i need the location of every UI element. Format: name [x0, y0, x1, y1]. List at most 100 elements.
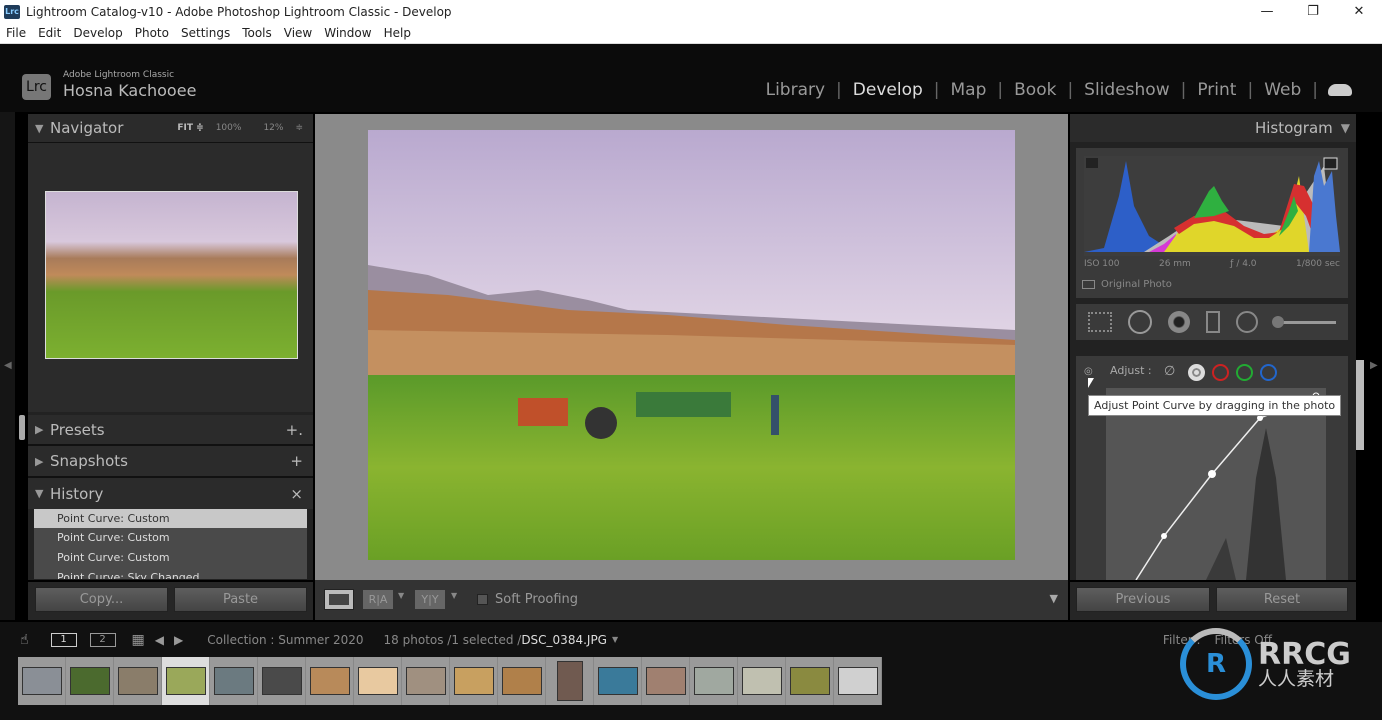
before-after-swap-button[interactable]: Y|Y — [415, 590, 445, 609]
filmstrip-thumbnail[interactable] — [786, 657, 834, 705]
history-item[interactable]: Point Curve: Custom — [34, 548, 307, 568]
crop-tool-icon[interactable] — [1088, 312, 1112, 332]
curve-point[interactable] — [1208, 470, 1216, 478]
left-scrollbar[interactable] — [19, 415, 25, 440]
right-scrollbar[interactable] — [1356, 360, 1364, 450]
radial-filter-icon[interactable] — [1236, 311, 1258, 333]
primary-window-button[interactable]: 1 — [50, 632, 77, 647]
maximize-button[interactable]: ❐ — [1290, 0, 1336, 23]
loupe-view-button[interactable] — [324, 589, 354, 610]
zoom-100[interactable]: 100% — [216, 123, 242, 133]
shadow-clipping-icon[interactable] — [1086, 158, 1098, 168]
blue-channel-icon[interactable] — [1260, 364, 1277, 381]
parametric-curve-icon[interactable]: ∅ — [1164, 364, 1175, 379]
module-print[interactable]: Print — [1186, 80, 1247, 100]
module-book[interactable]: Book — [1003, 80, 1067, 100]
presets-header[interactable]: ▶ Presets +. — [28, 415, 313, 446]
menu-view[interactable]: View — [284, 26, 312, 40]
module-slideshow[interactable]: Slideshow — [1073, 80, 1180, 100]
menu-photo[interactable]: Photo — [135, 26, 169, 40]
add-preset-button[interactable]: +. — [286, 421, 303, 439]
filmstrip-thumbnail[interactable] — [594, 657, 642, 705]
graduated-filter-icon[interactable] — [1206, 311, 1220, 333]
tone-curve-graph[interactable] — [1106, 388, 1326, 580]
zoom-fit[interactable]: FIT ≑ — [177, 123, 203, 133]
history-item[interactable]: Point Curve: Sky Changed — [34, 568, 307, 579]
module-develop[interactable]: Develop — [842, 80, 934, 100]
filmstrip-thumbnail[interactable] — [18, 657, 66, 705]
history-item[interactable]: Point Curve: Custom — [34, 509, 307, 528]
filmstrip-thumbnail[interactable] — [306, 657, 354, 705]
filmstrip-thumbnail[interactable] — [210, 657, 258, 705]
menu-help[interactable]: Help — [384, 26, 411, 40]
menu-file[interactable]: File — [6, 26, 26, 40]
forward-arrow-icon[interactable]: ▶ — [174, 633, 183, 647]
filmstrip-thumbnail[interactable] — [642, 657, 690, 705]
filmstrip-thumbnail[interactable] — [690, 657, 738, 705]
menu-develop[interactable]: Develop — [73, 26, 122, 40]
filmstrip-thumbnail[interactable] — [738, 657, 786, 705]
history-header[interactable]: ▼ History × — [28, 478, 313, 509]
module-library[interactable]: Library — [755, 80, 836, 100]
collapse-right-icon[interactable]: ▶ — [1370, 360, 1378, 371]
spot-removal-icon[interactable] — [1128, 310, 1152, 334]
soft-proofing-checkbox[interactable] — [477, 594, 488, 605]
menu-settings[interactable]: Settings — [181, 26, 230, 40]
menu-tools[interactable]: Tools — [242, 26, 272, 40]
previous-button[interactable]: Previous — [1076, 587, 1210, 612]
toolbar-menu-icon[interactable]: ▼ — [1050, 592, 1058, 605]
cloud-icon[interactable] — [1328, 84, 1352, 96]
hand-pointer-icon[interactable]: ☝ — [20, 632, 29, 648]
navigator-preview[interactable] — [28, 142, 313, 412]
snapshots-header[interactable]: ▶ Snapshots + — [28, 446, 313, 478]
filename[interactable]: DSC_0384.JPG — [521, 633, 607, 647]
highlight-clipping-icon[interactable] — [1323, 157, 1338, 170]
filmstrip-thumbnail[interactable] — [546, 657, 594, 705]
filmstrip-thumbnail[interactable] — [498, 657, 546, 705]
filmstrip-thumbnail[interactable] — [834, 657, 882, 705]
targeted-adjustment-icon[interactable]: ◎ — [1084, 366, 1093, 377]
menu-edit[interactable]: Edit — [38, 26, 61, 40]
image-canvas[interactable] — [315, 114, 1068, 580]
clear-history-button[interactable]: × — [290, 485, 303, 503]
adjustment-brush-icon[interactable] — [1272, 315, 1336, 328]
dropdown-icon[interactable]: ▼ — [398, 591, 404, 600]
navigator-thumbnail[interactable] — [45, 191, 298, 359]
grid-view-icon[interactable]: ▦ — [132, 632, 145, 648]
before-after-button[interactable]: R|A — [363, 590, 393, 609]
filmstrip-thumbnail[interactable] — [402, 657, 450, 705]
close-button[interactable]: ✕ — [1336, 0, 1382, 23]
dropdown-icon[interactable]: ▼ — [451, 591, 457, 600]
module-web[interactable]: Web — [1253, 80, 1312, 100]
dropdown-icon[interactable]: ▼ — [612, 635, 618, 644]
secondary-window-button[interactable]: 2 — [89, 632, 116, 647]
paste-button[interactable]: Paste — [174, 587, 307, 612]
collection-label[interactable]: Collection : Summer 2020 — [207, 633, 363, 647]
curve-point[interactable] — [1161, 533, 1167, 539]
checkbox[interactable] — [1082, 280, 1095, 289]
filmstrip-thumbnail[interactable] — [354, 657, 402, 705]
red-eye-icon[interactable] — [1168, 311, 1190, 333]
history-item[interactable]: Point Curve: Custom — [34, 528, 307, 548]
filmstrip-thumbnail[interactable] — [66, 657, 114, 705]
minimize-button[interactable]: — — [1244, 0, 1290, 23]
filmstrip-thumbnail[interactable] — [258, 657, 306, 705]
copy-button[interactable]: Copy... — [35, 587, 168, 612]
red-channel-icon[interactable] — [1212, 364, 1229, 381]
filmstrip-thumbnail[interactable] — [114, 657, 162, 705]
rgb-channel-icon[interactable] — [1188, 364, 1205, 381]
original-photo-toggle[interactable]: Original Photo — [1082, 279, 1172, 290]
zoom-12[interactable]: 12% — [263, 123, 283, 133]
back-arrow-icon[interactable]: ◀ — [155, 633, 164, 647]
reset-button[interactable]: Reset — [1216, 587, 1348, 612]
filmstrip-thumbnail[interactable] — [162, 657, 210, 705]
main-photo[interactable] — [368, 130, 1015, 560]
collapse-left-icon[interactable]: ◀ — [4, 360, 12, 371]
navigator-header[interactable]: ▼ Navigator FIT ≑ 100% 12% ≑ — [28, 114, 313, 142]
module-map[interactable]: Map — [940, 80, 998, 100]
filmstrip-thumbnail[interactable] — [450, 657, 498, 705]
menu-window[interactable]: Window — [324, 26, 371, 40]
histogram-chart[interactable] — [1084, 156, 1340, 256]
add-snapshot-button[interactable]: + — [290, 452, 303, 470]
histogram-header[interactable]: Histogram ▼ — [1070, 114, 1356, 142]
